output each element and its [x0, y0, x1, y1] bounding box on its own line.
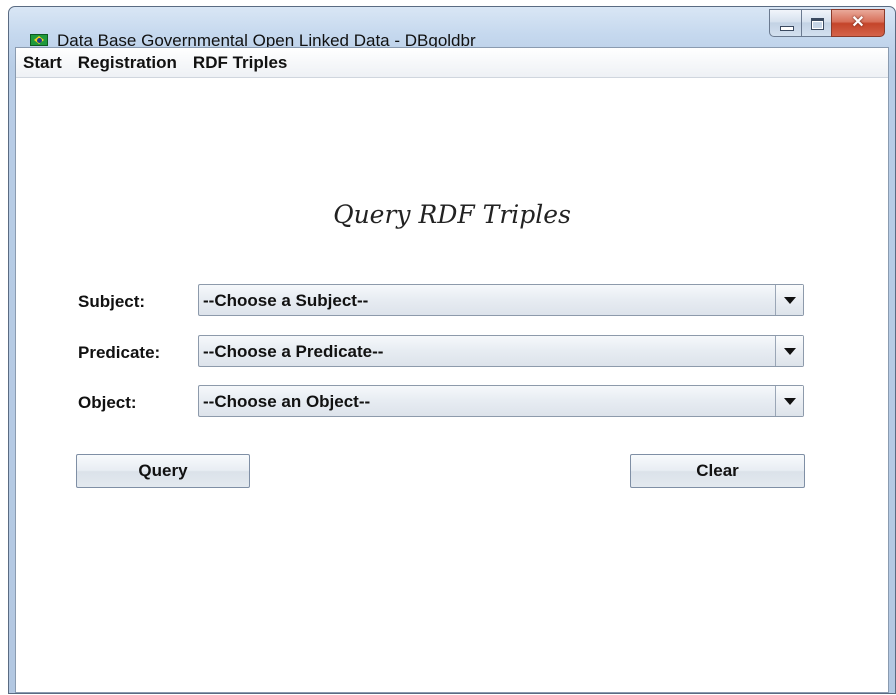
form-title: Query RDF Triples: [333, 200, 571, 229]
predicate-dropdown-button[interactable]: [775, 336, 803, 366]
predicate-dropdown-value: --Choose a Predicate--: [203, 342, 384, 361]
app-window: Data Base Governmental Open Linked Data …: [8, 6, 896, 694]
maximize-icon: [811, 18, 824, 30]
close-button[interactable]: ✕: [831, 9, 885, 37]
flag-globe: [36, 37, 42, 43]
menu-bar: Start Registration RDF Triples: [16, 48, 888, 78]
chevron-down-icon: [784, 348, 796, 355]
minimize-button[interactable]: [769, 9, 801, 37]
object-label: Object:: [78, 393, 137, 412]
title-bar[interactable]: Data Base Governmental Open Linked Data …: [9, 7, 895, 50]
object-dropdown[interactable]: --Choose an Object--: [198, 385, 804, 417]
chevron-down-icon: [784, 297, 796, 304]
caption-buttons: ✕: [769, 9, 885, 39]
client-area: Start Registration RDF Triples Query RDF…: [15, 47, 889, 693]
subject-dropdown-button[interactable]: [775, 285, 803, 315]
close-icon: ✕: [851, 14, 865, 31]
subject-dropdown-value: --Choose a Subject--: [203, 291, 369, 310]
subject-label: Subject:: [78, 292, 146, 311]
menu-start[interactable]: Start: [16, 49, 71, 77]
object-dropdown-button[interactable]: [775, 386, 803, 416]
chevron-down-icon: [784, 398, 796, 405]
maximize-button[interactable]: [801, 9, 831, 37]
clear-button[interactable]: Clear: [630, 454, 805, 488]
predicate-label: Predicate:: [78, 343, 161, 362]
predicate-dropdown[interactable]: --Choose a Predicate--: [198, 335, 804, 367]
brazil-flag-icon[interactable]: [30, 34, 48, 46]
menu-rdf-triples[interactable]: RDF Triples: [186, 49, 296, 77]
query-button[interactable]: Query: [76, 454, 250, 488]
minimize-icon: [780, 26, 794, 31]
object-dropdown-value: --Choose an Object--: [203, 392, 371, 411]
menu-registration[interactable]: Registration: [71, 49, 186, 77]
subject-dropdown[interactable]: --Choose a Subject--: [198, 284, 804, 316]
